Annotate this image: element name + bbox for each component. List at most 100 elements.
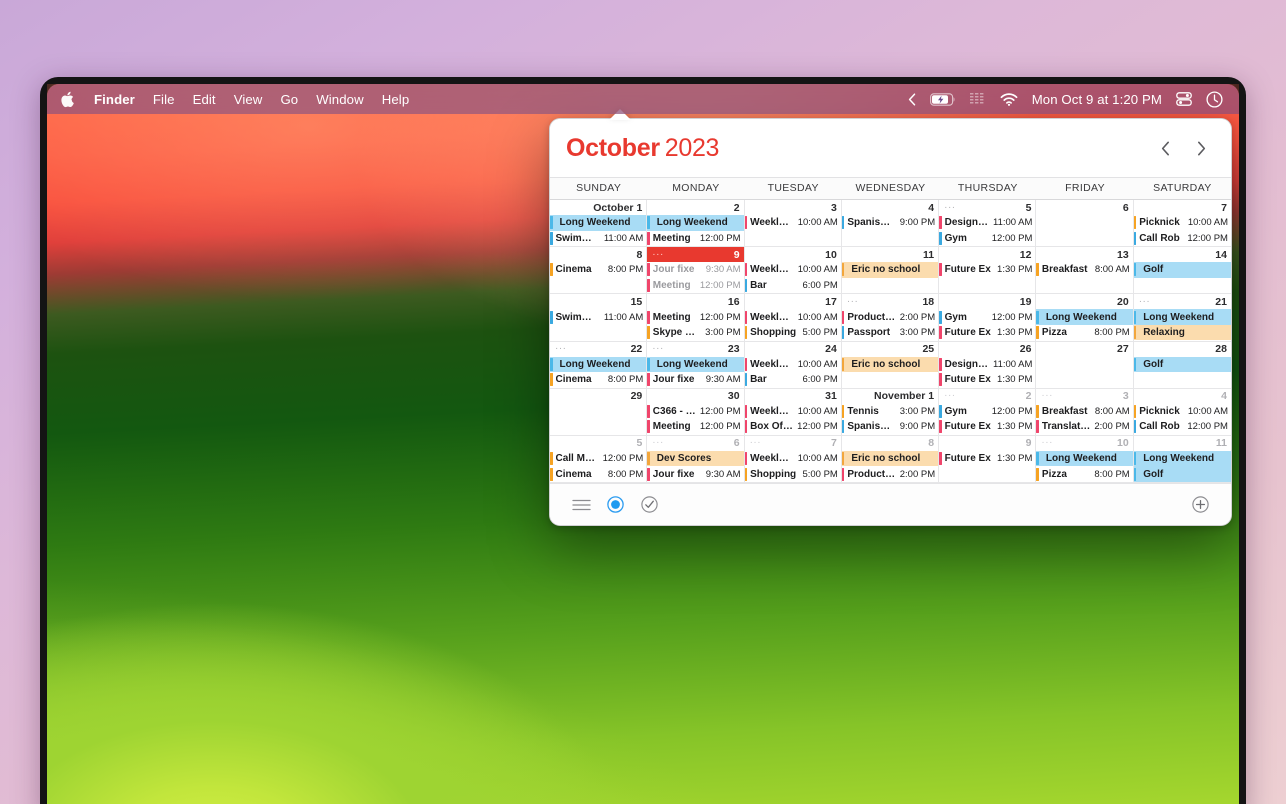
calendar-event[interactable]: Long Weekend <box>647 215 744 231</box>
calendar-event[interactable]: Weekly B...10:00 AM <box>744 215 841 231</box>
day-cell[interactable]: 8 Eric no school Product Pl... 2:00 PM <box>841 435 940 483</box>
calendar-event[interactable]: Pizza 8:00 PM <box>1036 325 1132 341</box>
day-cell[interactable]: ···5Design Re...11:00 AMGym12:00 PM <box>939 200 1037 248</box>
siri-clock-icon[interactable] <box>1206 90 1223 108</box>
calendar-event[interactable]: Product Pl... 2:00 PM <box>841 309 938 325</box>
day-cell[interactable]: ···7Weekly B...10:00 AMShopping5:00 PM <box>744 435 842 483</box>
day-cell[interactable]: 11 Eric no school <box>841 247 940 295</box>
day-cell[interactable]: 9 Future Ex 1:30 PM <box>939 435 1037 483</box>
more-events-icon[interactable]: ··· <box>555 344 567 354</box>
day-cell[interactable]: 4 Picknick 10:00 AM Call Rob 12:00 PM <box>1133 388 1231 436</box>
calendar-event[interactable]: Weekly B...10:00 AM <box>744 404 841 420</box>
day-cell[interactable]: ··· 21 Long Weekend Relaxing <box>1133 294 1231 342</box>
day-cell[interactable]: 20 Long Weekend Pizza 8:00 PM <box>1036 294 1134 342</box>
day-cell[interactable]: ··· 22 Long Weekend Cinema 8:00 PM <box>550 341 648 389</box>
control-center-icon[interactable] <box>1176 92 1192 106</box>
menu-item-edit[interactable]: Edit <box>184 90 225 109</box>
menu-bar-clock[interactable]: Mon Oct 9 at 1:20 PM <box>1032 92 1162 107</box>
day-cell[interactable]: 19 Gym 12:00 PM Future Ex 1:30 PM <box>939 294 1037 342</box>
hamburger-list-icon[interactable] <box>568 492 594 518</box>
calendar-event[interactable]: Eric no school <box>841 356 939 372</box>
menu-item-view[interactable]: View <box>225 90 272 109</box>
calendar-event[interactable]: Golf <box>1133 262 1231 278</box>
calendar-event[interactable]: Long Weekend <box>550 215 647 231</box>
more-events-icon[interactable]: ··· <box>652 438 664 448</box>
day-cell[interactable]: ··· 2 Gym 12:00 PM Future Ex 1:30 PM <box>939 388 1037 436</box>
calendar-event[interactable]: Bar 6:00 PM <box>744 278 841 294</box>
calendar-event[interactable]: Picknick 10:00 AM <box>1133 215 1231 231</box>
day-cell[interactable]: 16 Meeting 12:00 PM Skype wit... 3:00 PM <box>647 294 745 342</box>
calendar-event[interactable]: Cinema 8:00 PM <box>550 372 646 388</box>
calendar-event[interactable]: Dev Scores <box>647 450 744 467</box>
day-cell[interactable]: 3Weekly B...10:00 AM <box>744 200 842 248</box>
calendar-event[interactable]: Weekly B...10:00 AM <box>744 262 841 278</box>
calendar-event[interactable]: Future Ex 1:30 PM <box>939 262 1035 278</box>
day-cell[interactable]: 25 Eric no school <box>841 341 940 389</box>
day-cell[interactable]: 6 <box>1036 200 1134 248</box>
calendar-event[interactable]: Long Weekend <box>1133 450 1231 467</box>
calendar-event[interactable]: Spanish L...9:00 PM <box>841 419 938 435</box>
day-cell[interactable]: ··· 9 Jour fixe 9:30 AM Meeting 12:00 PM <box>647 247 745 295</box>
calendar-event[interactable]: Future Ex 1:30 PM <box>939 325 1035 341</box>
more-events-icon[interactable]: ··· <box>944 202 956 212</box>
calendar-event[interactable]: Golf <box>1133 356 1231 372</box>
calendar-event[interactable]: Meeting 12:00 PM <box>647 419 743 435</box>
day-cell[interactable]: 2 Long Weekend Meeting 12:00 PM <box>647 200 745 248</box>
calendar-event[interactable]: Eric no school <box>841 262 939 278</box>
calendar-event[interactable]: Cinema 8:00 PM <box>550 466 646 482</box>
calendar-event[interactable]: Meeting 12:00 PM <box>647 309 743 325</box>
filled-circle-icon[interactable] <box>602 492 628 518</box>
day-cell[interactable]: November 1Tennis3:00 PMSpanish L...9:00 … <box>841 388 940 436</box>
calendar-event[interactable]: Gym 12:00 PM <box>939 231 1035 247</box>
calendar-event[interactable]: Product Pl... 2:00 PM <box>841 466 938 482</box>
calendar-event[interactable]: Picknick 10:00 AM <box>1133 404 1231 420</box>
calendar-event[interactable]: Tennis 3:00 PM <box>841 404 938 420</box>
menu-item-file[interactable]: File <box>144 90 184 109</box>
more-events-icon[interactable]: ··· <box>1041 391 1053 401</box>
calendar-event[interactable]: Eric no school <box>841 450 939 467</box>
calendar-event[interactable]: Skype wit... 3:00 PM <box>647 325 743 341</box>
calendar-event[interactable]: Golf <box>1133 466 1231 482</box>
day-cell[interactable]: 28 Golf <box>1133 341 1231 389</box>
calendar-event[interactable]: Long Weekend <box>1036 309 1133 325</box>
calendar-event[interactable]: Jour fixe 9:30 AM <box>647 466 743 482</box>
plus-circle-icon[interactable] <box>1187 492 1213 518</box>
day-cell[interactable]: 31Weekly B...10:00 AMBox Office12:00 PM <box>744 388 842 436</box>
more-events-icon[interactable]: ··· <box>1139 296 1151 306</box>
calendar-event[interactable]: Long Weekend <box>550 356 647 372</box>
calendar-event[interactable]: Future Ex 1:30 PM <box>939 451 1035 467</box>
day-cell[interactable]: 14 Golf <box>1133 247 1231 295</box>
calendar-event[interactable]: Bar 6:00 PM <box>744 372 841 388</box>
calendar-event[interactable]: Design Re...11:00 AM <box>939 215 1035 231</box>
day-cell[interactable]: 10Weekly B...10:00 AMBar6:00 PM <box>744 247 842 295</box>
day-cell[interactable]: 4Spanish L...9:00 PM <box>841 200 940 248</box>
day-cell[interactable]: ··· 23 Long Weekend Jour fixe 9:30 AM <box>647 341 745 389</box>
day-cell[interactable]: 24Weekly B...10:00 AMBar6:00 PM <box>744 341 842 389</box>
apple-logo-icon[interactable] <box>61 91 76 108</box>
day-cell[interactable]: ··· 3 Breakfast 8:00 AM Translation 2:00 PM <box>1036 388 1134 436</box>
day-cell[interactable]: 30 C366 - S... 12:00 PM Meeting 12:00 PM <box>647 388 745 436</box>
wifi-icon[interactable] <box>1000 92 1018 106</box>
next-month-button[interactable] <box>1191 138 1211 158</box>
calendar-event[interactable]: Passport 3:00 PM <box>841 325 938 341</box>
calendar-event[interactable]: Breakfast 8:00 AM <box>1036 404 1132 420</box>
calendar-event[interactable]: Relaxing <box>1133 324 1231 341</box>
day-cell[interactable]: 8 Cinema 8:00 PM <box>550 247 648 295</box>
calendar-event[interactable]: Swimming11:00 AM <box>550 309 646 325</box>
more-events-icon[interactable]: ··· <box>1041 438 1053 448</box>
calendar-event[interactable]: Long Weekend <box>1036 450 1133 467</box>
battery-charging-icon[interactable] <box>929 92 956 106</box>
calendar-event[interactable]: Design Re...11:00 AM <box>939 357 1035 373</box>
calendar-event[interactable]: Pizza 8:00 PM <box>1036 466 1132 482</box>
calendar-event[interactable]: Long Weekend <box>1133 309 1231 325</box>
day-cell[interactable]: October 1 Long Weekend Swimming11:00 AM <box>550 200 648 248</box>
prev-month-button[interactable] <box>1155 138 1175 158</box>
more-events-icon[interactable]: ··· <box>652 344 664 354</box>
calendar-event[interactable]: Jour fixe 9:30 AM <box>647 372 743 388</box>
calendar-event[interactable]: C366 - S... 12:00 PM <box>647 404 743 420</box>
day-cell[interactable]: 11 Long Weekend Golf <box>1133 435 1231 483</box>
calendar-event[interactable]: Gym 12:00 PM <box>939 309 1035 325</box>
menu-item-window[interactable]: Window <box>307 90 373 109</box>
day-cell[interactable]: 12 Future Ex 1:30 PM <box>939 247 1037 295</box>
sound-equalizer-icon[interactable] <box>969 92 986 106</box>
